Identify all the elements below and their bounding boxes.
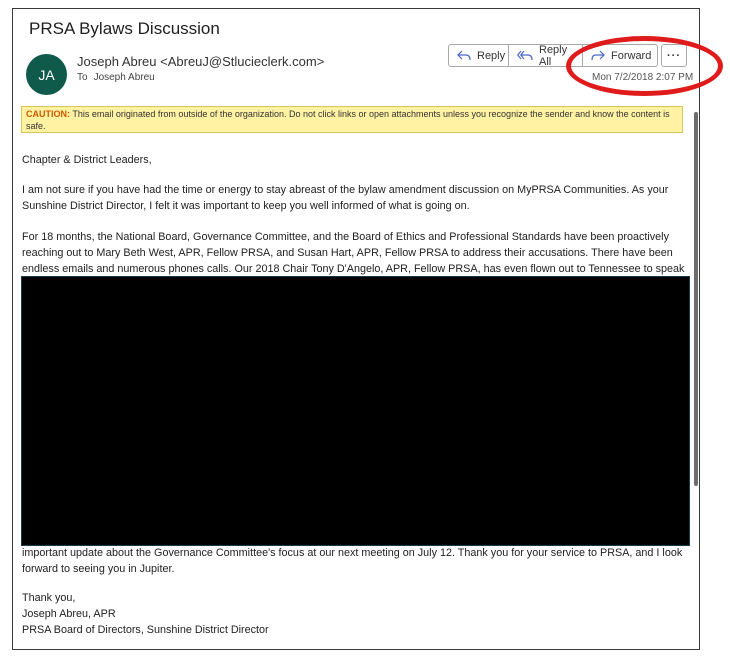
reply-label: Reply — [477, 49, 506, 62]
caution-text: This email originated from outside of th… — [26, 109, 670, 131]
more-actions-button[interactable]: ··· — [661, 44, 687, 67]
body-paragraph-1: I am not sure if you have had the time o… — [22, 184, 669, 212]
to-label: To — [77, 72, 88, 83]
recipient-name[interactable]: Joseph Abreu — [94, 72, 155, 83]
forward-label: Forward — [611, 49, 652, 62]
forward-button[interactable]: Forward — [582, 44, 658, 67]
redacted-block — [21, 276, 690, 546]
caution-banner: CAUTION: This email originated from outs… — [21, 106, 683, 133]
reply-button[interactable]: Reply — [448, 44, 509, 67]
greeting: Chapter & District Leaders, — [22, 154, 152, 166]
signature-title: PRSA Board of Directors, Sunshine Distri… — [22, 624, 269, 636]
email-subject: PRSA Bylaws Discussion — [29, 19, 220, 38]
reply-all-button[interactable]: Reply All — [508, 43, 583, 68]
body-paragraph-3: important update about the Governance Co… — [22, 547, 683, 575]
sent-date: Mon 7/2/2018 2:07 PM — [592, 72, 694, 83]
signature-name: Joseph Abreu, APR — [22, 608, 116, 620]
avatar[interactable]: JA — [26, 54, 67, 95]
scrollbar-thumb[interactable] — [694, 112, 698, 486]
reply-all-label: Reply All — [539, 43, 568, 68]
closing: Thank you, — [22, 592, 76, 604]
reply-all-icon — [517, 50, 533, 60]
caution-label: CAUTION: — [26, 109, 70, 119]
more-icon: ··· — [667, 49, 681, 62]
avatar-initials: JA — [38, 66, 55, 83]
forward-icon — [591, 50, 605, 60]
recipient-line: To Joseph Abreu — [77, 72, 155, 83]
sender-name[interactable]: Joseph Abreu <AbreuJ@Stlucieclerk.com> — [77, 54, 324, 69]
signature: Thank you, Joseph Abreu, APR PRSA Board … — [22, 590, 688, 638]
reply-icon — [457, 50, 471, 60]
